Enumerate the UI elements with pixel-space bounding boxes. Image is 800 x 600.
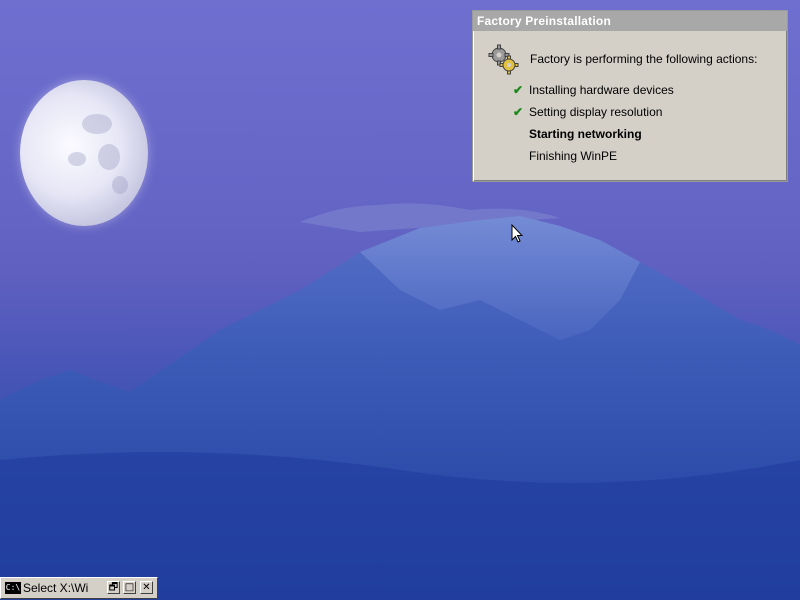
close-button[interactable]: ✕ <box>140 581 153 594</box>
console-window-taskbar-button[interactable]: C:\ Select X:\Wi 🗗 □ ✕ <box>0 577 158 599</box>
step-installing-hardware: ✔ Installing hardware devices <box>513 83 674 97</box>
maximize-button[interactable]: □ <box>123 581 136 594</box>
step-label: Setting display resolution <box>529 105 663 119</box>
dialog-intro-text: Factory is performing the following acti… <box>530 52 758 66</box>
console-icon: C:\ <box>5 582 21 594</box>
mouse-cursor-icon <box>511 224 523 243</box>
check-icon: ✔ <box>513 83 524 97</box>
step-label: Installing hardware devices <box>529 83 674 97</box>
check-icon: ✔ <box>513 105 524 119</box>
step-finishing-winpe: Finishing WinPE <box>513 149 617 163</box>
factory-preinstallation-dialog: Factory Preinstallation Factory is perfo… <box>472 10 788 182</box>
restore-button[interactable]: 🗗 <box>107 581 120 594</box>
step-label: Starting networking <box>529 127 642 141</box>
step-starting-networking: Starting networking <box>513 127 642 141</box>
dialog-title: Factory Preinstallation <box>473 11 787 31</box>
step-label: Finishing WinPE <box>529 149 618 163</box>
step-setting-display: ✔ Setting display resolution <box>513 105 662 119</box>
gears-icon <box>488 44 519 75</box>
console-window-title: Select X:\Wi <box>23 581 89 595</box>
